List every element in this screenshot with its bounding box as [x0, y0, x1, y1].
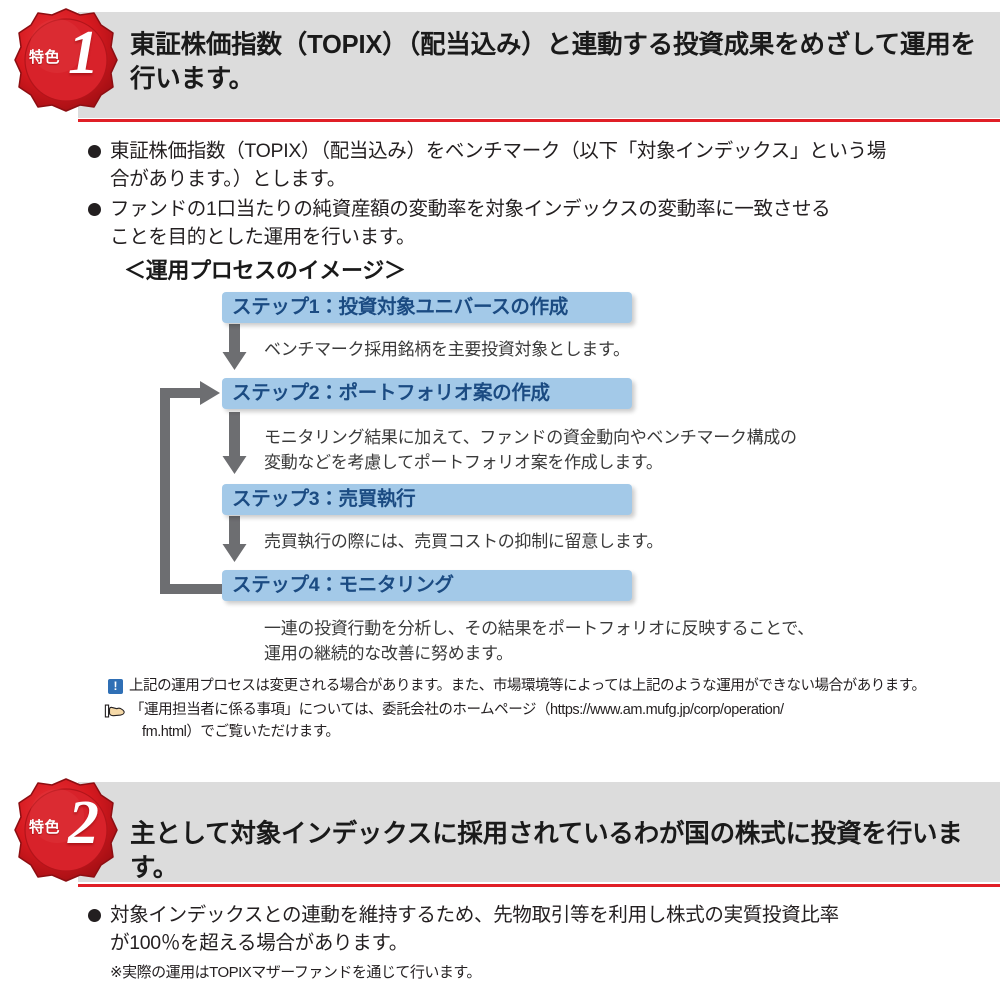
bullet-1-line-1: 東証株価指数（TOPIX）（配当込み）をベンチマーク（以下「対象インデックス」と… — [110, 140, 886, 162]
bullet-2-line-2: ことを目的とした運用を行います。 — [110, 225, 416, 248]
flow-diagram-subtitle: ＜運用プロセスのイメージ＞ — [124, 258, 406, 283]
flow-step-4-label: ステップ4：モニタリング — [232, 573, 454, 596]
flow-step-3-description: 売買執行の際には、売買コストの抑制に留意します。 — [264, 530, 824, 555]
flow-step-2-desc-line-1: モニタリング結果に加えて、ファンドの資金動向やベンチマーク構成の — [264, 428, 797, 447]
bullet-dot-icon — [88, 909, 101, 922]
bullet-dot-icon — [88, 145, 101, 158]
flow-step-2-label: ステップ2：ポートフォリオ案の作成 — [232, 381, 550, 404]
flow-step-1-desc-line-1: ベンチマーク採用銘柄を主要投資対象とします。 — [264, 340, 630, 359]
flow-step-3-label: ステップ3：売買執行 — [232, 487, 416, 510]
bullet-1-line-2: 合があります。）とします。 — [110, 167, 346, 190]
feature-1-seal-badge: 特色 1 — [12, 6, 120, 114]
feature-2-note: ※実際の運用はTOPIXマザーファンドを通じて行います。 — [110, 964, 481, 981]
footnote-link-line-2: fm.html）でご覧いただけます。 — [142, 723, 340, 740]
feature-2-bullet-1: 対象インデックスとの連動を維持するため、先物取引等を利用し株式の実質投資比率 が… — [88, 902, 968, 957]
feature-2-headline-line-1: 主として対象インデックスに採用されているわが国の株式に投資を行います。 — [130, 820, 963, 882]
footnote-link-line-1: 「運用担当者に係る事項」については、委託会社のホームページ（https://ww… — [130, 702, 784, 718]
feature-2-bullet-1-line-1: 対象インデックスとの連動を維持するため、先物取引等を利用し株式の実質投資比率 — [110, 904, 839, 926]
flow-step-1-box[interactable]: ステップ1：投資対象ユニバースの作成 — [222, 292, 632, 323]
arrow-step1-to-step2 — [222, 324, 247, 370]
feature-2-seal-badge: 特色 2 — [12, 776, 120, 884]
feature-2-headline: 主として対象インデックスに採用されているわが国の株式に投資を行います。 — [130, 818, 990, 885]
feature-1-seal-number: 1 — [68, 19, 99, 87]
flow-step-2-description: モニタリング結果に加えて、ファンドの資金動向やベンチマーク構成の 変動などを考慮… — [264, 426, 864, 475]
feature-1-headline: 東証株価指数（TOPIX）（配当込み）と連動する投資成果をめざして運用を 行いま… — [130, 29, 990, 96]
feature-2-seal-number: 2 — [68, 789, 99, 857]
flow-step-1-description: ベンチマーク採用銘柄を主要投資対象とします。 — [264, 338, 824, 363]
flow-step-3-desc-line-1: 売買執行の際には、売買コストの抑制に留意します。 — [264, 532, 664, 551]
feature-1-header-band: 東証株価指数（TOPIX）（配当込み）と連動する投資成果をめざして運用を 行いま… — [78, 12, 1000, 118]
alert-icon: ! — [108, 679, 123, 694]
flow-step-4-description: 一連の投資行動を分析し、その結果をポートフォリオに反映することで、 運用の継続的… — [264, 617, 884, 666]
feedback-loop-step4-to-step2 — [160, 381, 226, 594]
flow-step-4-desc-line-2: 運用の継続的な改善に努めます。 — [264, 643, 513, 663]
bullet-dot-icon — [88, 203, 101, 216]
flow-step-2-box[interactable]: ステップ2：ポートフォリオ案の作成 — [222, 378, 632, 409]
feature-1-bullet-1: 東証株価指数（TOPIX）（配当込み）をベンチマーク（以下「対象インデックス」と… — [88, 138, 968, 193]
footnote-alert: ! 上記の運用プロセスは変更される場合があります。また、市場環境等によっては上記… — [108, 676, 998, 698]
pointing-hand-icon — [104, 704, 125, 718]
feature-2-header-band: 主として対象インデックスに採用されているわが国の株式に投資を行います。 — [78, 782, 1000, 882]
feature-1-seal-label: 特色 — [29, 49, 61, 66]
flow-step-4-box[interactable]: ステップ4：モニタリング — [222, 570, 632, 601]
footnote-link: 「運用担当者に係る事項」については、委託会社のホームページ（https://ww… — [104, 700, 994, 744]
feature-1-bullet-2: ファンドの1口当たりの純資産額の変動率を対象インデックスの変動率に一致させる こ… — [88, 196, 968, 251]
arrow-step2-to-step3 — [222, 412, 247, 474]
feature-2-seal-label: 特色 — [29, 819, 61, 836]
bullet-2-line-1: ファンドの1口当たりの純資産額の変動率を対象インデックスの変動率に一致させる — [110, 198, 831, 220]
bullet-2-text: ファンドの1口当たりの純資産額の変動率を対象インデックスの変動率に一致させる こ… — [110, 196, 831, 251]
feature-2-bullet-1-text: 対象インデックスとの連動を維持するため、先物取引等を利用し株式の実質投資比率 が… — [110, 902, 839, 957]
feature-1-divider-rule — [78, 119, 1000, 122]
flow-step-2-desc-line-2: 変動などを考慮してポートフォリオ案を作成します。 — [264, 452, 663, 472]
flow-step-3-box[interactable]: ステップ3：売買執行 — [222, 484, 632, 515]
feature-2-bullet-1-line-2: が100％を超える場合があります。 — [110, 931, 408, 954]
footnote-alert-text: 上記の運用プロセスは変更される場合があります。また、市場環境等によっては上記のよ… — [129, 678, 926, 694]
bullet-1-text: 東証株価指数（TOPIX）（配当込み）をベンチマーク（以下「対象インデックス」と… — [110, 138, 886, 193]
arrow-step3-to-step4 — [222, 516, 247, 562]
feature-1-headline-line-2: 行います。 — [130, 64, 254, 93]
feature-2-divider-rule — [78, 884, 1000, 887]
flow-step-1-label: ステップ1：投資対象ユニバースの作成 — [232, 295, 568, 318]
feature-1-headline-line-1: 東証株価指数（TOPIX）（配当込み）と連動する投資成果をめざして運用を — [130, 31, 976, 59]
footnote-link-text: 「運用担当者に係る事項」については、委託会社のホームページ（https://ww… — [130, 700, 784, 744]
flow-step-4-desc-line-1: 一連の投資行動を分析し、その結果をポートフォリオに反映することで、 — [264, 619, 814, 638]
